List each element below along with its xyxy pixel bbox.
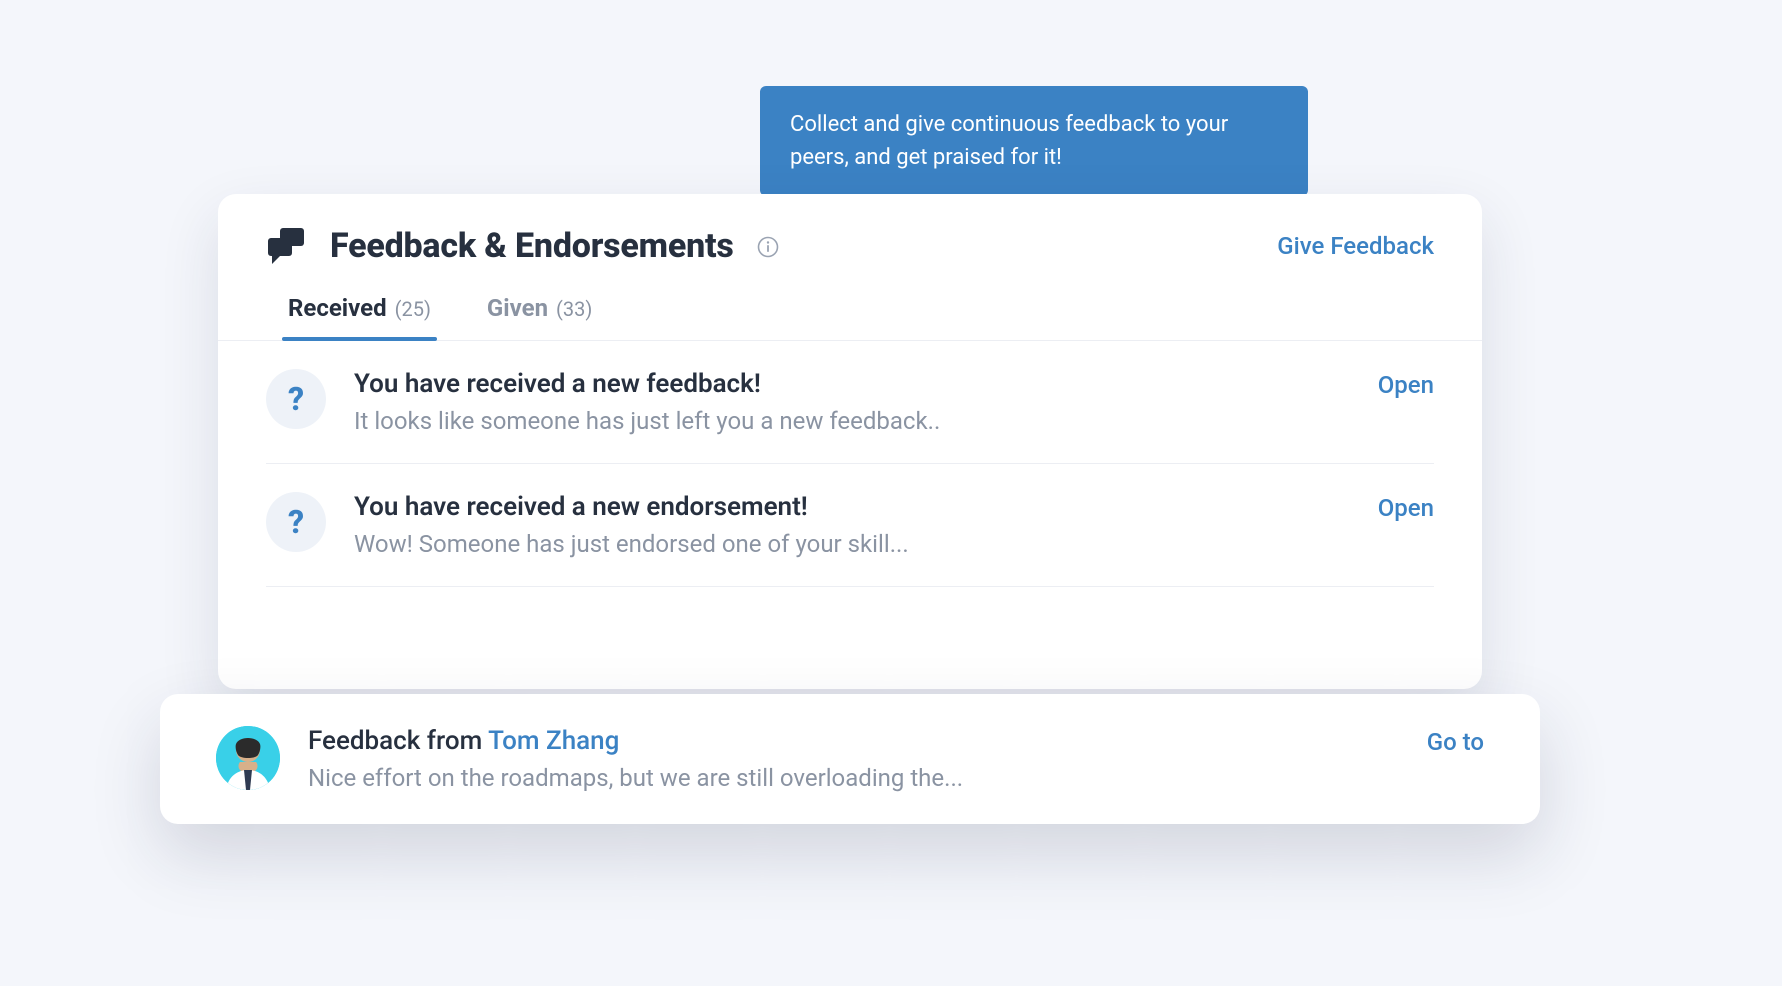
highlight-prefix: Feedback from [308, 726, 488, 756]
open-button[interactable]: Open [1378, 369, 1434, 399]
question-badge: ? [266, 369, 326, 429]
list-item-body: You have received a new feedback! It loo… [354, 369, 1350, 435]
tab-received-label: Received [288, 294, 387, 322]
list-item-title: You have received a new endorsement! [354, 492, 1350, 522]
tab-given-count: (33) [556, 297, 592, 321]
question-mark-icon: ? [288, 380, 304, 418]
highlight-title: Feedback from Tom Zhang [308, 726, 1399, 756]
tabs: Received (25) Given (33) [218, 266, 1482, 341]
callout-tooltip: Collect and give continuous feedback to … [760, 86, 1308, 196]
avatar [216, 726, 280, 790]
tab-received[interactable]: Received (25) [288, 294, 431, 340]
panel-title: Feedback & Endorsements [330, 226, 734, 266]
tab-given[interactable]: Given (33) [487, 294, 592, 340]
question-badge: ? [266, 492, 326, 552]
callout-text: Collect and give continuous feedback to … [790, 112, 1228, 170]
feedback-list: ? You have received a new feedback! It l… [218, 341, 1482, 689]
tab-given-label: Given [487, 294, 548, 322]
list-item[interactable]: ? You have received a new feedback! It l… [266, 341, 1434, 464]
info-icon[interactable] [756, 235, 780, 259]
go-to-button[interactable]: Go to [1427, 726, 1484, 756]
chat-bubbles-icon [266, 226, 310, 266]
feedback-panel: Feedback & Endorsements Give Feedback Re… [218, 194, 1482, 689]
list-item-body: You have received a new endorsement! Wow… [354, 492, 1350, 558]
panel-header: Feedback & Endorsements Give Feedback [218, 194, 1482, 266]
header-left: Feedback & Endorsements [266, 226, 780, 266]
list-item-subtitle: It looks like someone has just left you … [354, 407, 1350, 435]
question-mark-icon: ? [288, 503, 304, 541]
highlight-subtitle: Nice effort on the roadmaps, but we are … [308, 764, 1399, 792]
spacer [266, 587, 1434, 677]
tab-received-count: (25) [395, 297, 431, 321]
list-item-subtitle: Wow! Someone has just endorsed one of yo… [354, 530, 1350, 558]
list-item-title: You have received a new feedback! [354, 369, 1350, 399]
give-feedback-button[interactable]: Give Feedback [1277, 232, 1434, 260]
list-item[interactable]: ? You have received a new endorsement! W… [266, 464, 1434, 587]
highlighted-feedback-item[interactable]: Feedback from Tom Zhang Nice effort on t… [160, 694, 1540, 824]
highlight-body: Feedback from Tom Zhang Nice effort on t… [308, 726, 1399, 792]
person-link[interactable]: Tom Zhang [488, 726, 619, 756]
open-button[interactable]: Open [1378, 492, 1434, 522]
